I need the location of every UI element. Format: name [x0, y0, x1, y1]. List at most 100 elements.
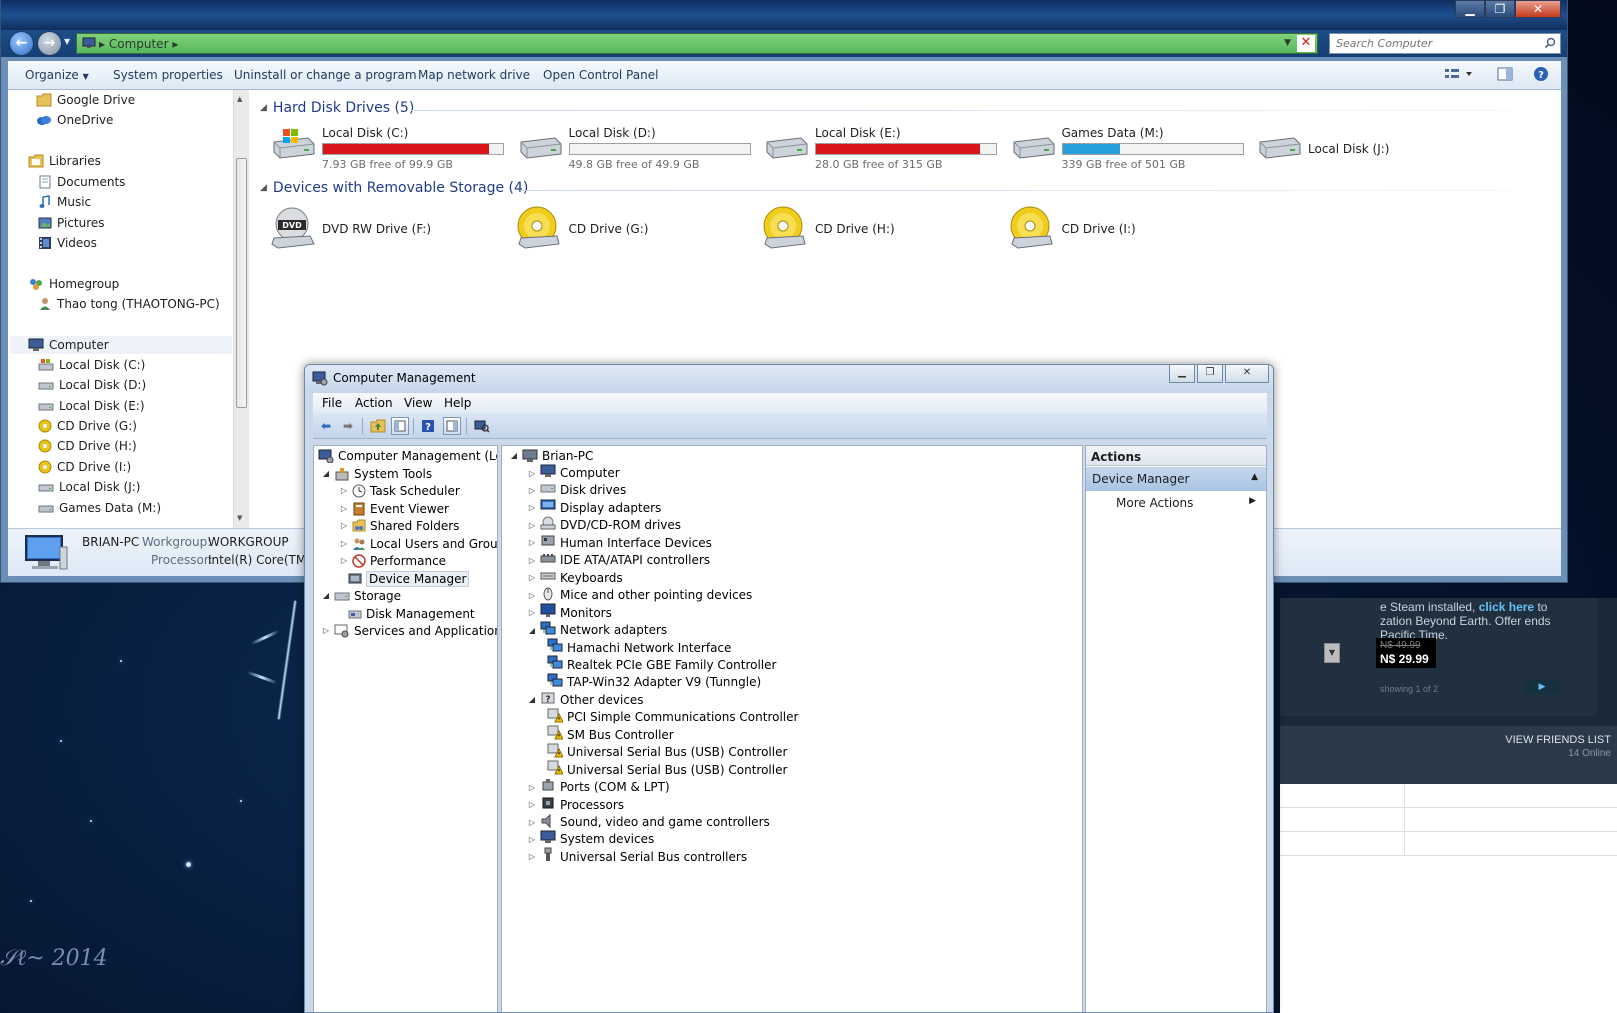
cm-titlebar[interactable]: Computer Management ▁ ❐ ✕: [305, 365, 1273, 393]
tree-node-task-scheduler[interactable]: ▷ Task Scheduler: [340, 482, 460, 499]
expand-icon[interactable]: ▷: [340, 556, 348, 565]
device-category[interactable]: ▷ System devices: [528, 830, 654, 848]
steam-click-here-link[interactable]: click here: [1479, 600, 1534, 614]
drive-tile[interactable]: Games Data (M:) 339 GB free of 501 GB: [1010, 122, 1250, 172]
uninstall-program-button[interactable]: Uninstall or change a program: [234, 68, 417, 82]
device-category[interactable]: ◢ Network adapters: [528, 621, 667, 639]
device-item[interactable]: Universal Serial Bus (USB) Controller: [547, 743, 787, 761]
expand-icon[interactable]: ▷: [528, 521, 536, 530]
scroll-up-icon[interactable]: ▲: [237, 95, 242, 103]
cm-minimize-button[interactable]: ▁: [1169, 365, 1195, 383]
drive-tile[interactable]: Local Disk (D:) 49.8 GB free of 49.9 GB: [517, 122, 757, 172]
recent-pages-arrow[interactable]: ▼: [64, 37, 70, 46]
device-category[interactable]: ▷ Universal Serial Bus controllers: [528, 847, 747, 865]
nav-item-videos[interactable]: Videos: [38, 236, 97, 250]
removable-device-tile[interactable]: CD Drive (H:): [763, 206, 1003, 256]
group-header-hard-disks[interactable]: ◢ Hard Disk Drives (5): [260, 100, 414, 116]
close-button[interactable]: ✕: [1515, 0, 1561, 18]
forward-arrow-icon[interactable]: ➡: [339, 417, 357, 435]
drive-tile[interactable]: Local Disk (E:) 28.0 GB free of 315 GB: [763, 122, 1003, 172]
device-category[interactable]: ▷ Computer: [528, 464, 620, 482]
device-root-node[interactable]: ◢ Brian-PC: [510, 447, 593, 464]
nav-item-drive-d[interactable]: Local Disk (D:): [38, 378, 146, 392]
address-bar[interactable]: ▸ Computer ▸ ▼ ✕: [76, 33, 1318, 54]
expand-icon[interactable]: ◢: [510, 451, 518, 460]
steam-view-friends-link[interactable]: VIEW FRIENDS LIST: [1505, 734, 1611, 746]
organize-button[interactable]: Organize ▼: [25, 68, 89, 82]
nav-item-drive-g[interactable]: CD Drive (G:): [38, 419, 137, 433]
expand-icon[interactable]: ▷: [528, 573, 536, 582]
device-category[interactable]: ◢? Other devices: [528, 691, 644, 708]
expand-icon[interactable]: ▷: [528, 538, 536, 547]
minimize-button[interactable]: ▁: [1455, 0, 1485, 18]
expand-icon[interactable]: ▷: [528, 852, 536, 861]
expand-icon[interactable]: ▷: [340, 504, 348, 513]
scroll-down-icon[interactable]: ▼: [237, 514, 242, 522]
nav-item-homegroup-user[interactable]: Thao tong (THAOTONG-PC): [38, 297, 220, 311]
tree-node-event-viewer[interactable]: ▷ Event Viewer: [340, 500, 449, 517]
group-header-removable[interactable]: ◢ Devices with Removable Storage (4): [260, 180, 528, 196]
cm-close-button[interactable]: ✕: [1225, 365, 1269, 383]
search-input[interactable]: [1330, 34, 1540, 53]
tree-node-services[interactable]: ▷ Services and Applications: [322, 622, 497, 639]
drive-tile[interactable]: Local Disk (J:): [1256, 122, 1496, 172]
expand-icon[interactable]: ◢: [322, 591, 330, 600]
address-dropdown-icon[interactable]: ▼: [1284, 38, 1291, 48]
device-category[interactable]: ▷ Ports (COM & LPT): [528, 778, 670, 796]
nav-item-drive-j[interactable]: Local Disk (J:): [38, 480, 140, 494]
expand-icon[interactable]: ▷: [340, 539, 348, 548]
expand-icon[interactable]: ▷: [528, 503, 536, 512]
nav-item-libraries[interactable]: Libraries: [28, 154, 101, 168]
tree-node-system-tools[interactable]: ◢ System Tools: [322, 465, 432, 482]
steam-dropdown-arrow[interactable]: ▼: [1324, 643, 1340, 663]
expand-icon[interactable]: ◢: [322, 469, 330, 478]
cm-restore-button[interactable]: ❐: [1197, 365, 1223, 383]
up-folder-icon[interactable]: [369, 417, 387, 435]
menu-help[interactable]: Help: [444, 396, 471, 410]
device-category[interactable]: ▷ Disk drives: [528, 482, 626, 499]
menu-file[interactable]: File: [322, 396, 342, 410]
device-category[interactable]: ▷ Display adapters: [528, 499, 661, 516]
nav-item-drive-i[interactable]: CD Drive (I:): [38, 460, 131, 474]
expand-icon[interactable]: ▷: [528, 469, 536, 478]
collapse-up-icon[interactable]: ▲: [1251, 472, 1258, 482]
menu-view[interactable]: View: [404, 396, 432, 410]
menu-action[interactable]: Action: [355, 396, 393, 410]
expand-icon[interactable]: ▷: [340, 521, 348, 530]
actions-section-device-manager[interactable]: Device Manager ▲: [1086, 467, 1266, 491]
maximize-button[interactable]: ❐: [1485, 0, 1515, 18]
tree-node-performance[interactable]: ▷ Performance: [340, 552, 446, 569]
show-hide-tree-icon[interactable]: [391, 417, 409, 435]
tree-node-disk-management[interactable]: Disk Management: [348, 605, 475, 622]
steam-next-button[interactable]: ▶: [1524, 680, 1560, 694]
explorer-titlebar[interactable]: ▁ ❐ ✕: [1, 0, 1567, 30]
device-item[interactable]: PCI Simple Communications Controller: [547, 708, 798, 726]
nav-item-google-drive[interactable]: Google Drive: [36, 93, 135, 107]
nav-item-documents[interactable]: Documents: [38, 175, 125, 189]
device-category[interactable]: ▷ Sound, video and game controllers: [528, 813, 770, 831]
tree-node-storage[interactable]: ◢ Storage: [322, 587, 401, 604]
scan-hardware-icon[interactable]: [473, 417, 491, 435]
device-category[interactable]: ▷ Keyboards: [528, 569, 623, 586]
device-item[interactable]: Hamachi Network Interface: [547, 638, 731, 656]
device-item[interactable]: TAP-Win32 Adapter V9 (Tunngle): [547, 673, 761, 691]
device-item[interactable]: Realtek PCIe GBE Family Controller: [547, 655, 776, 673]
nav-item-music[interactable]: Music: [38, 195, 91, 209]
view-options-icon[interactable]: [1444, 67, 1474, 84]
map-network-drive-button[interactable]: Map network drive: [418, 68, 530, 82]
device-category[interactable]: ▷ DVD/CD-ROM drives: [528, 516, 681, 534]
device-item[interactable]: SM Bus Controller: [547, 725, 674, 743]
show-action-pane-icon[interactable]: [443, 417, 461, 435]
help-icon[interactable]: ?: [419, 417, 437, 435]
preview-pane-icon[interactable]: [1497, 67, 1513, 84]
device-category[interactable]: ▷ Processors: [528, 796, 624, 813]
device-category[interactable]: ▷ Monitors: [528, 603, 612, 621]
expand-icon[interactable]: ▷: [528, 800, 536, 809]
removable-device-tile[interactable]: CD Drive (I:): [1010, 206, 1250, 256]
back-button[interactable]: ←: [9, 31, 34, 56]
device-item[interactable]: Universal Serial Bus (USB) Controller: [547, 760, 787, 778]
tree-node-shared-folders[interactable]: ▷ Shared Folders: [340, 517, 459, 534]
expand-icon[interactable]: ▷: [528, 835, 536, 844]
tree-node-computer-management[interactable]: Computer Management (Local: [318, 447, 497, 464]
tree-node-local-users[interactable]: ▷ Local Users and Groups: [340, 535, 497, 552]
